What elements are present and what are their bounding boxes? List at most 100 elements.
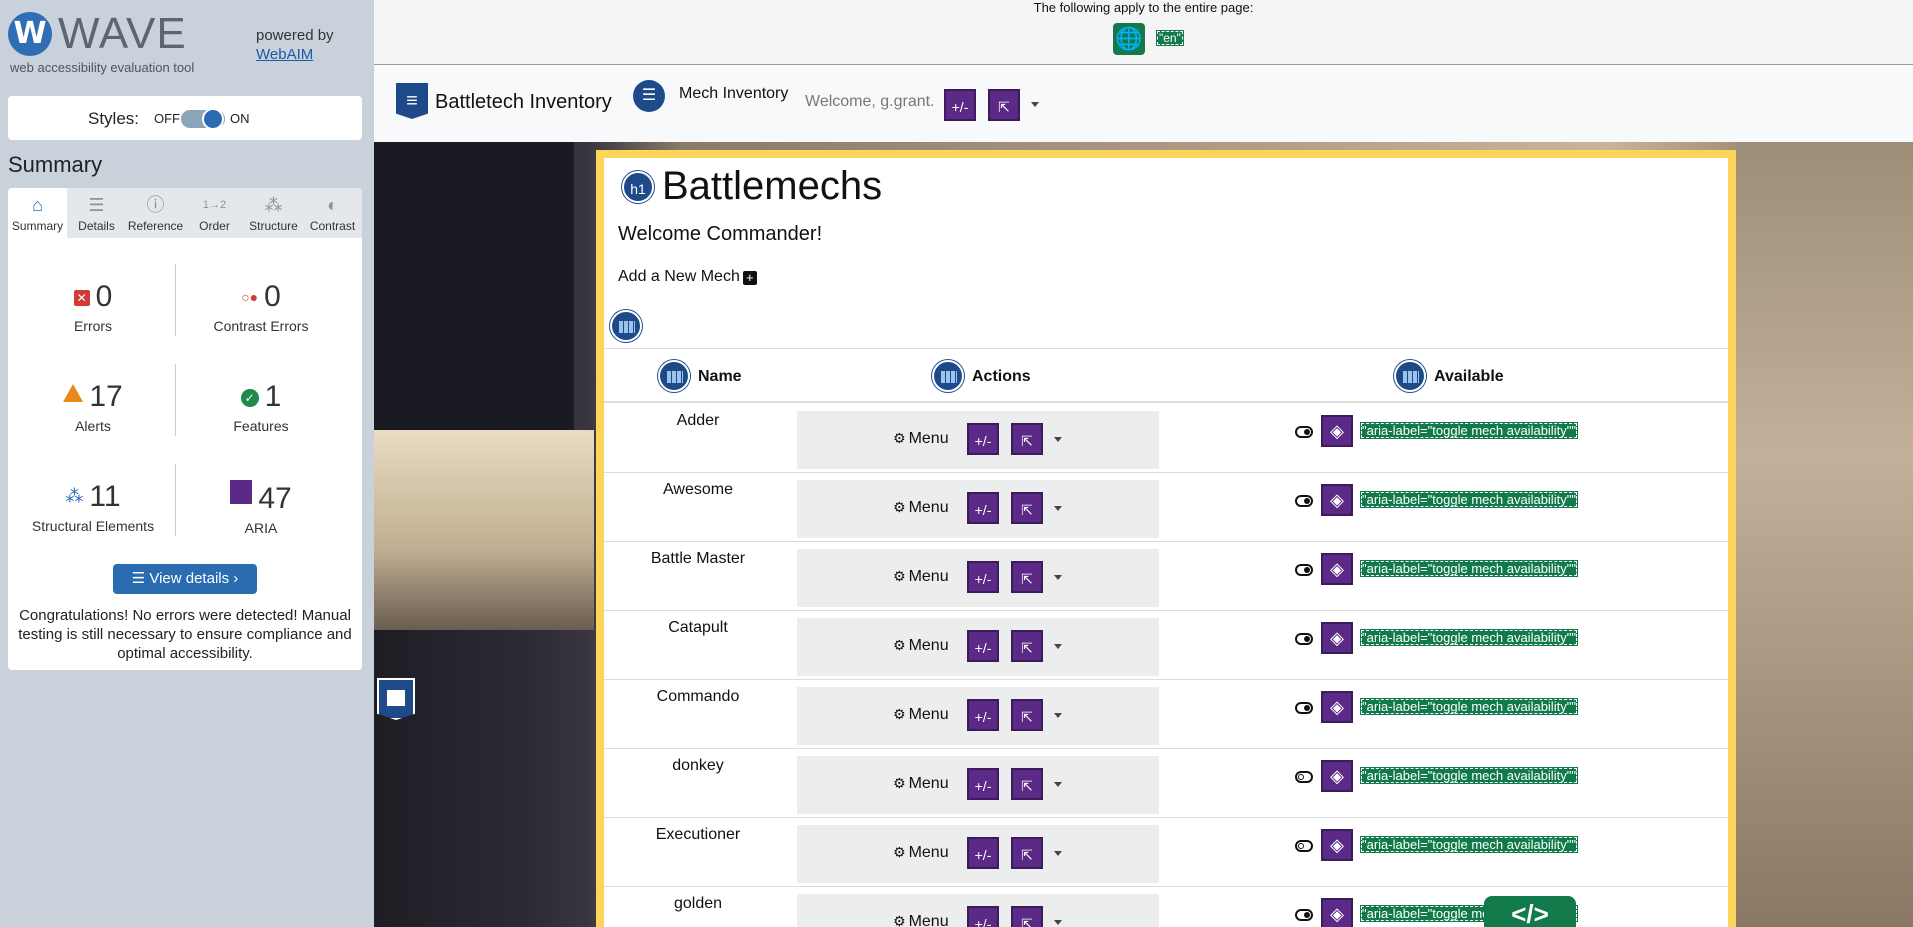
availability-toggle-icon[interactable] [1295, 564, 1313, 576]
actions-menu[interactable]: ⚙ Menu +/- ⇱ [797, 894, 1159, 927]
aria-popup-icon[interactable]: ⇱ [1011, 492, 1043, 524]
feature-check-icon: ✓ [240, 389, 259, 407]
aria-expanded-icon[interactable]: +/- [967, 837, 999, 869]
aria-expanded-icon[interactable]: +/- [967, 768, 999, 800]
background-shadow [374, 142, 574, 442]
view-details-button[interactable]: ☰ View details › [113, 564, 257, 594]
aria-expanded-icon[interactable]: +/- [967, 630, 999, 662]
actions-menu[interactable]: ⚙ Menu +/- ⇱ [797, 687, 1159, 745]
aria-label-tag-icon[interactable]: ◈ [1321, 415, 1353, 447]
aria-popup-icon[interactable]: ⇱ [1011, 768, 1043, 800]
nav-mech-inventory[interactable]: Mech Inventory [679, 85, 788, 103]
actions-menu[interactable]: ⚙ Menu +/- ⇱ [797, 825, 1159, 883]
menu-button[interactable]: ⚙ Menu [893, 775, 949, 793]
welcome-commander: Welcome Commander! [618, 223, 823, 245]
aria-expanded-icon[interactable]: +/- [967, 906, 999, 927]
menu-button[interactable]: ⚙ Menu [893, 568, 949, 586]
stat-contrast-errors[interactable]: ○● 0 Contrast Errors [176, 280, 346, 334]
tab-contrast[interactable]: ◐ Contrast [303, 188, 362, 238]
h1-icon[interactable]: h1 [622, 171, 654, 203]
menu-button[interactable]: ⚙ Menu [893, 637, 949, 655]
actions-menu[interactable]: ⚙ Menu +/- ⇱ [797, 411, 1159, 469]
menu-button[interactable]: ⚙ Menu [893, 706, 949, 724]
menu-button[interactable]: ⚙ Menu [893, 430, 949, 448]
stat-errors[interactable]: ✕ 0 Errors [8, 280, 178, 334]
aria-expanded-icon[interactable]: +/- [967, 423, 999, 455]
table-header-icon[interactable] [932, 360, 964, 392]
aria-popup-icon[interactable]: ⇱ [988, 89, 1020, 121]
chevron-down-icon[interactable] [1054, 437, 1062, 442]
aria-label-tag-icon[interactable]: ◈ [1321, 691, 1353, 723]
chevron-down-icon[interactable] [1054, 713, 1062, 718]
tab-details[interactable]: ☰ Details [67, 188, 126, 238]
availability-toggle-icon[interactable] [1295, 702, 1313, 714]
summary-heading: Summary [8, 152, 103, 177]
availability-toggle-icon[interactable] [1295, 633, 1313, 645]
menu-button[interactable]: ⚙ Menu [893, 844, 949, 862]
region-landmark-icon[interactable] [377, 678, 415, 720]
stat-alerts[interactable]: 17 Alerts [8, 380, 178, 434]
actions-menu[interactable]: ⚙ Menu +/- ⇱ [797, 618, 1159, 676]
styles-label: Styles: [88, 109, 140, 128]
globe-icon[interactable]: 🌐 [1113, 23, 1145, 55]
stat-count: 17 [89, 380, 123, 413]
tab-structure[interactable]: ⁂ Structure [244, 188, 303, 238]
menu-label: Menu [908, 706, 949, 723]
chevron-down-icon[interactable] [1054, 575, 1062, 580]
aria-label-tag-icon[interactable]: ◈ [1321, 622, 1353, 654]
aria-expanded-icon[interactable]: +/- [944, 89, 976, 121]
code-toggle-button[interactable]: </> [1484, 896, 1576, 927]
aria-popup-icon[interactable]: ⇱ [1011, 906, 1043, 927]
aria-label-tag-icon[interactable]: ◈ [1321, 484, 1353, 516]
chevron-down-icon[interactable] [1054, 851, 1062, 856]
chevron-down-icon[interactable] [1054, 506, 1062, 511]
aria-popup-icon[interactable]: ⇱ [1011, 423, 1043, 455]
chevron-down-icon[interactable] [1054, 920, 1062, 925]
styles-toggle[interactable] [181, 108, 225, 130]
availability-toggle-icon[interactable] [1295, 426, 1313, 438]
window-shape [387, 690, 405, 706]
actions-menu[interactable]: ⚙ Menu +/- ⇱ [797, 756, 1159, 814]
menu-button[interactable]: ⚙ Menu [893, 499, 949, 517]
availability-toggle-icon[interactable] [1295, 771, 1313, 783]
tab-order[interactable]: 1→2 Order [185, 188, 244, 238]
aria-popup-icon[interactable]: ⇱ [1011, 630, 1043, 662]
aria-popup-icon[interactable]: ⇱ [1011, 561, 1043, 593]
aria-popup-icon[interactable]: ⇱ [1011, 837, 1043, 869]
stat-aria[interactable]: 47 ARIA [176, 480, 346, 536]
tab-summary[interactable]: ⌂ Summary [8, 188, 67, 238]
aria-expanded-icon[interactable]: +/- [967, 699, 999, 731]
chevron-down-icon[interactable] [1031, 102, 1039, 107]
aria-label-tag-icon[interactable]: ◈ [1321, 553, 1353, 585]
chevron-down-icon[interactable] [1054, 782, 1062, 787]
stat-features[interactable]: ✓ 1 Features [176, 380, 346, 434]
add-mech-link[interactable]: Add a New Mech + [618, 268, 757, 286]
menu-button[interactable]: ⚙ Menu [893, 913, 949, 927]
order-icon: 1→2 [202, 199, 227, 211]
stat-count: 0 [264, 280, 281, 313]
actions-menu[interactable]: ⚙ Menu +/- ⇱ [797, 549, 1159, 607]
table-header-icon[interactable] [658, 360, 690, 392]
aria-expanded-icon[interactable]: +/- [967, 561, 999, 593]
availability-toggle-icon[interactable] [1295, 495, 1313, 507]
availability-toggle-icon[interactable] [1295, 840, 1313, 852]
welcome-user: Welcome, g.grant. [805, 93, 935, 110]
aria-label-tag-icon[interactable]: ◈ [1321, 760, 1353, 792]
availability-toggle-icon[interactable] [1295, 909, 1313, 921]
list-icon[interactable]: ☰ [633, 80, 665, 112]
tab-reference[interactable]: ⓘ Reference [126, 188, 185, 238]
brand-title[interactable]: Battletech Inventory [435, 91, 612, 114]
aria-label-tag-icon[interactable]: ◈ [1321, 829, 1353, 861]
info-icon: ⓘ [146, 195, 165, 215]
table-icon[interactable] [610, 310, 642, 342]
table-header-icon[interactable] [1394, 360, 1426, 392]
menu-label: Menu [908, 844, 949, 861]
aria-label-tag-icon[interactable]: ◈ [1321, 898, 1353, 927]
chevron-down-icon[interactable] [1054, 644, 1062, 649]
stat-structural[interactable]: ⁂ 11 Structural Elements [8, 480, 178, 534]
header-landmark-icon[interactable]: ≡ [396, 83, 428, 119]
aria-expanded-icon[interactable]: +/- [967, 492, 999, 524]
actions-menu[interactable]: ⚙ Menu +/- ⇱ [797, 480, 1159, 538]
webaim-link[interactable]: WebAIM [256, 46, 313, 63]
aria-popup-icon[interactable]: ⇱ [1011, 699, 1043, 731]
